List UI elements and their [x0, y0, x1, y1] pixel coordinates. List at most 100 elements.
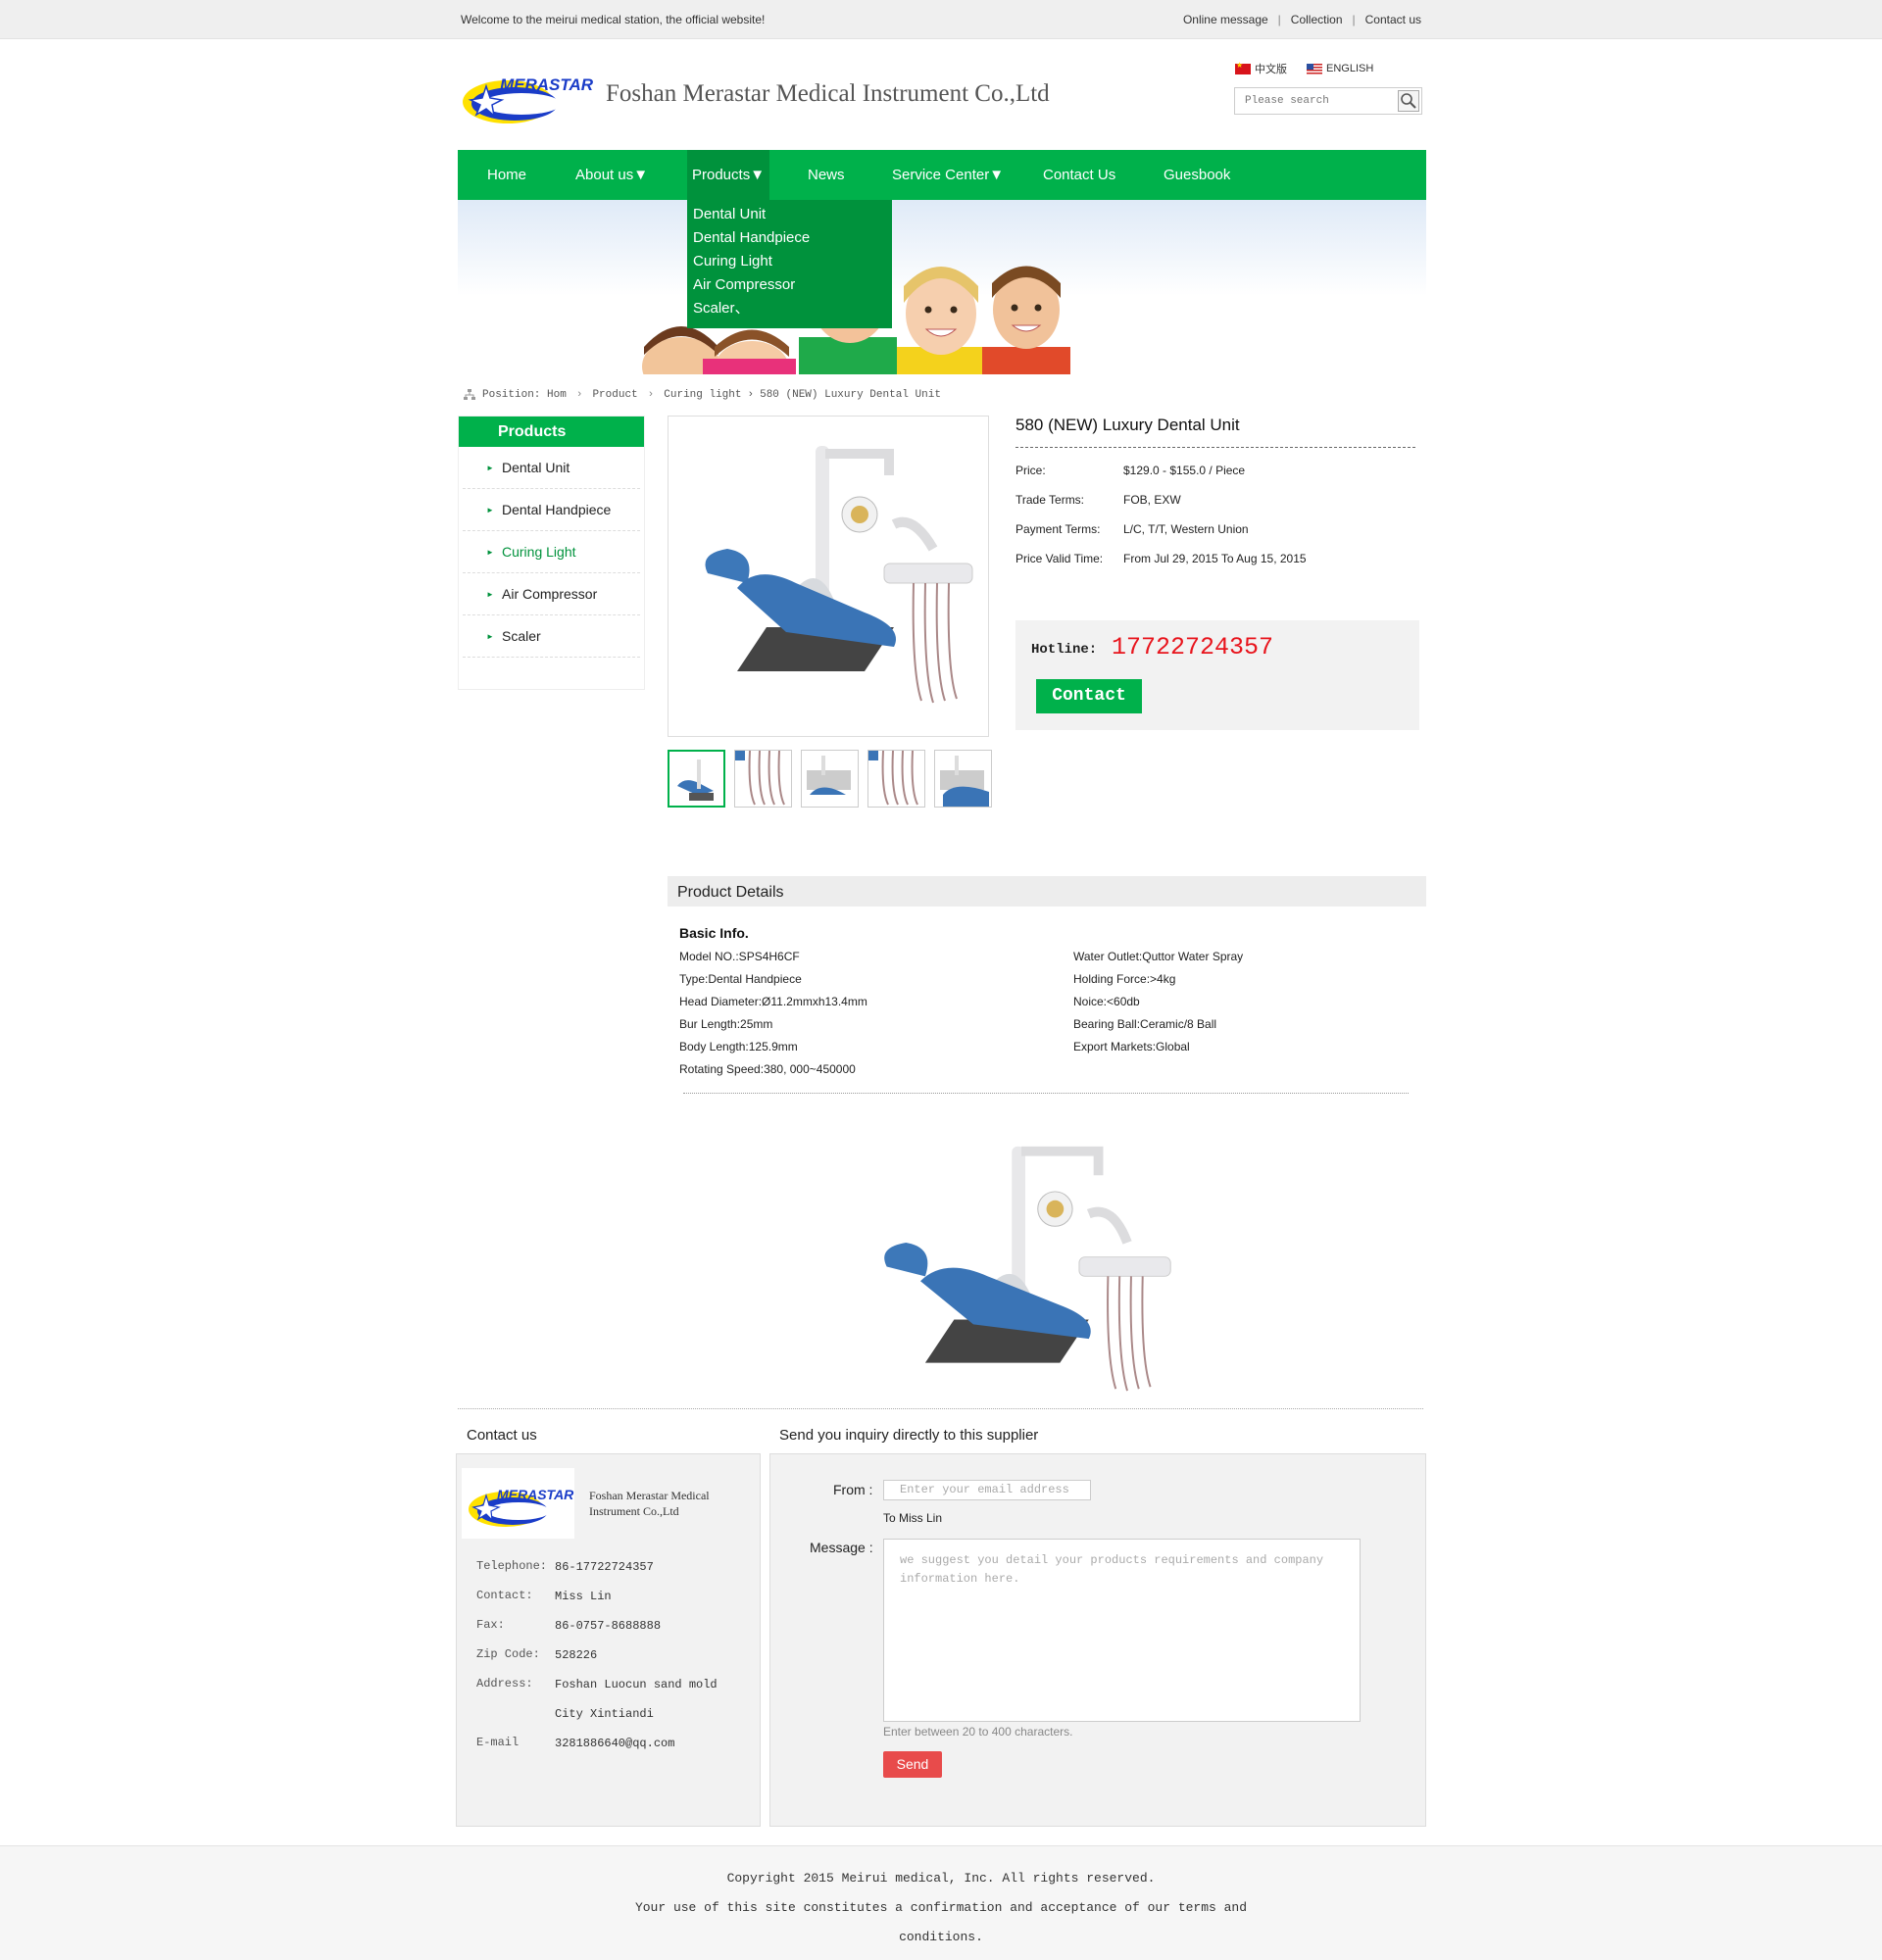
thumb-image	[868, 751, 918, 806]
us-flag-icon	[1307, 63, 1322, 74]
search-input[interactable]	[1235, 88, 1392, 114]
svg-text:MERASTAR: MERASTAR	[500, 75, 593, 94]
chevron-right-icon: ›	[647, 389, 655, 401]
online-message-link[interactable]: Online message	[1183, 13, 1268, 26]
from-email-input[interactable]: Enter your email address	[883, 1480, 1091, 1500]
dropdown-item-curing-light[interactable]: Curing Light	[687, 250, 892, 273]
dropdown-item-dental-handpiece[interactable]: Dental Handpiece	[687, 226, 892, 250]
dropdown-item-air-compressor[interactable]: Air Compressor	[687, 273, 892, 297]
collection-link[interactable]: Collection	[1291, 13, 1343, 26]
sidebar-item-curing-light[interactable]: ► Curing Light	[463, 531, 640, 573]
sidebar-item-scaler[interactable]: ► Scaler	[463, 615, 640, 658]
sidebar-item-dental-handpiece[interactable]: ► Dental Handpiece	[463, 489, 640, 531]
breadcrumb-position[interactable]: Position: Hom	[482, 389, 567, 401]
company-name: Foshan Merastar Medical Instrument Co.,L…	[606, 80, 1050, 107]
thumbnail-2[interactable]	[734, 750, 792, 808]
hero-banner	[458, 200, 1426, 396]
sidebar-item-air-compressor[interactable]: ► Air Compressor	[463, 573, 640, 615]
breadcrumb: Position: Hom › Product › Curing light ›…	[463, 388, 941, 402]
merastar-logo[interactable]: MERASTAR	[461, 69, 593, 127]
detail-type: Type:Dental Handpiece	[679, 972, 802, 986]
child-face-5	[982, 266, 1070, 376]
footer: Copyright 2015 Meirui medical, Inc. All …	[0, 1845, 1882, 1960]
products-sidebar: Products ► Dental Unit ► Dental Handpiece …	[458, 416, 645, 690]
spec-trade-terms: Trade Terms: FOB, EXW	[1015, 492, 1307, 521]
dropdown-item-dental-unit[interactable]: Dental Unit	[687, 203, 892, 226]
nav-guestbook[interactable]: Guesbook	[1164, 150, 1230, 200]
contact-us-link[interactable]: Contact us	[1365, 13, 1421, 26]
search-box	[1234, 87, 1422, 115]
sidebar-title: Products	[459, 416, 644, 447]
spec-value: $129.0 - $155.0 / Piece	[1123, 464, 1246, 477]
sitemap-icon	[464, 389, 475, 400]
hotline-number: 17722724357	[1112, 633, 1274, 662]
contact-value: Foshan Luocun sand mold City Xintiandi	[555, 1678, 718, 1721]
contact-label: Zip Code:	[476, 1647, 540, 1661]
detail-noise: Noice:<60db	[1073, 995, 1140, 1008]
search-icon	[1401, 93, 1416, 109]
sidebar-item-label: Scaler	[502, 628, 541, 644]
contact-us-heading: Contact us	[467, 1427, 537, 1444]
thumb-image	[807, 756, 851, 795]
contact-card: MERASTAR Foshan Merastar Medical Instrum…	[456, 1453, 761, 1827]
divider	[458, 1408, 1423, 1409]
products-dropdown: Dental Unit Dental Handpiece Curing Ligh…	[687, 200, 892, 328]
detail-rotating-speed: Rotating Speed:380, 000~450000	[679, 1062, 856, 1076]
spec-label: Trade Terms:	[1015, 493, 1085, 507]
spec-label: Price Valid Time:	[1015, 552, 1104, 565]
welcome-text: Welcome to the meirui medical station, t…	[461, 13, 766, 26]
spec-value: L/C, T/T, Western Union	[1123, 522, 1249, 536]
lang-chinese[interactable]: 中文版	[1235, 61, 1287, 76]
nav-home[interactable]: Home	[487, 150, 526, 200]
lang-en-label: ENGLISH	[1326, 63, 1374, 74]
search-button[interactable]	[1398, 90, 1419, 112]
hotline-label: Hotline:	[1031, 642, 1098, 658]
china-flag-icon	[1235, 61, 1251, 74]
detail-head-diameter: Head Diameter:Ø11.2mmxh13.4mm	[679, 995, 867, 1008]
lang-cn-label: 中文版	[1255, 64, 1287, 75]
chevron-right-icon: ›	[575, 389, 583, 401]
detail-holding-force: Holding Force:>4kg	[1073, 972, 1176, 986]
lang-english[interactable]: ENGLISH	[1307, 61, 1373, 76]
detail-model-no: Model NO.:SPS4H6CF	[679, 950, 800, 963]
spec-value: FOB, EXW	[1123, 493, 1181, 507]
send-button[interactable]: Send	[883, 1751, 942, 1778]
spec-value: From Jul 29, 2015 To Aug 15, 2015	[1123, 552, 1307, 565]
nav-products[interactable]: Products▼	[687, 150, 770, 200]
message-label: Message :	[810, 1540, 873, 1555]
thumb-image	[735, 751, 785, 806]
breadcrumb-product[interactable]: Product	[592, 389, 637, 401]
thumbnail-5[interactable]	[934, 750, 992, 808]
thumbnail-3[interactable]	[801, 750, 859, 808]
main-nav: Home About us▼ Products▼ News Service Ce…	[458, 150, 1426, 200]
message-textarea[interactable]: we suggest you detail your products requ…	[883, 1539, 1361, 1722]
sidebar-item-dental-unit[interactable]: ► Dental Unit	[463, 447, 640, 489]
contact-company-name: Foshan Merastar Medical Instrument Co.,L…	[589, 1489, 710, 1518]
contact-button[interactable]: Contact	[1036, 679, 1142, 713]
company-logo: MERASTAR	[462, 1468, 574, 1539]
thumbnail-4[interactable]	[867, 750, 925, 808]
triangle-right-icon: ►	[486, 590, 494, 599]
contact-value: 86-17722724357	[555, 1560, 654, 1574]
nav-news[interactable]: News	[808, 150, 845, 200]
separator: |	[1277, 13, 1281, 26]
contact-label: Fax:	[476, 1618, 505, 1632]
details-left-column: Model NO.:SPS4H6CF Type:Dental Handpiece…	[679, 946, 867, 1081]
inquiry-form: From : Enter your email address To Miss …	[769, 1453, 1426, 1827]
product-main-image[interactable]	[668, 416, 989, 737]
dental-chair-large-image	[884, 1146, 1171, 1392]
spec-payment-terms: Payment Terms: L/C, T/T, Western Union	[1015, 521, 1307, 551]
contact-value[interactable]: 3281886640@qq.com	[555, 1729, 751, 1758]
thumb-image	[940, 756, 989, 807]
contact-value: 528226	[555, 1648, 598, 1662]
from-label: From :	[833, 1482, 873, 1497]
nav-about-us[interactable]: About us▼	[575, 150, 648, 200]
dropdown-item-scaler[interactable]: Scaler、	[687, 297, 892, 320]
nav-service-center[interactable]: Service Center▼	[892, 150, 1004, 200]
thumbnail-1[interactable]	[668, 750, 725, 808]
nav-contact-us[interactable]: Contact Us	[1043, 150, 1115, 200]
contact-value: 86-0757-8688888	[555, 1619, 662, 1633]
breadcrumb-curing-light[interactable]: Curing light	[664, 389, 741, 401]
recipient-text: To Miss Lin	[883, 1511, 943, 1525]
message-hint: Enter between 20 to 400 characters.	[883, 1725, 1073, 1739]
